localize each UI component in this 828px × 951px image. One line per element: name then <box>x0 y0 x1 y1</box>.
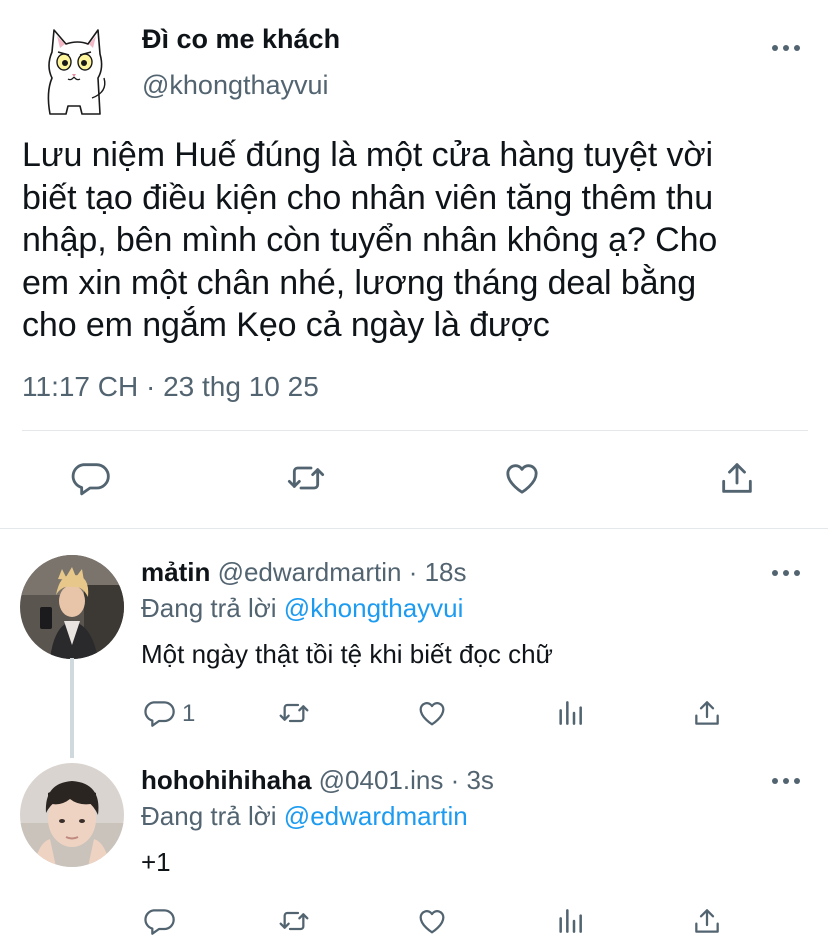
reply-icon[interactable] <box>143 697 175 729</box>
replying-prefix: Đang trả lời <box>141 801 277 831</box>
mention-link[interactable]: @edwardmartin <box>284 801 468 831</box>
more-options-icon[interactable] <box>772 43 800 53</box>
cat-avatar-icon <box>47 29 106 115</box>
thread-line <box>70 658 74 758</box>
reply-text: Một ngày thật tồi tệ khi biết đọc chữ <box>141 639 553 669</box>
author-avatar[interactable] <box>38 22 110 118</box>
reply-author-handle[interactable]: @edwardmartin · 18s <box>218 557 467 587</box>
share-icon[interactable] <box>691 905 723 937</box>
author-name[interactable]: Đì co me khách <box>142 24 340 55</box>
like-icon[interactable] <box>416 905 448 937</box>
divider <box>22 430 808 431</box>
more-options-icon[interactable] <box>772 568 800 578</box>
tweet-timestamp[interactable]: 11:17 CH · 23 thg 10 25 <box>22 371 319 403</box>
retweet-icon[interactable] <box>278 905 310 937</box>
mention-link[interactable]: @khongthayvui <box>284 593 464 623</box>
like-icon[interactable] <box>502 458 542 498</box>
reply-header: hohohihihaha @0401.ins · 3s <box>141 765 494 796</box>
tweet-text-line: Lưu niệm Huế đúng là một cửa hàng tuyệt … <box>22 136 714 174</box>
analytics-icon[interactable] <box>554 697 586 729</box>
tweet-text-line: em xin một chân nhé, lương tháng deal bằ… <box>22 263 697 302</box>
reply-avatar[interactable] <box>20 555 124 659</box>
reply-author-name[interactable]: hohohihihaha <box>141 765 311 795</box>
tweet-text: Lưu niệm Huế đúng là một cửa hàng tuyệt … <box>22 134 817 347</box>
retweet-icon[interactable] <box>286 458 326 498</box>
reply-icon[interactable] <box>70 458 110 498</box>
reply-header: mảtin @edwardmartin · 18s <box>141 557 467 588</box>
tweet-text-line: biết tạo điều kiện cho nhân viên tăng th… <box>22 178 714 217</box>
reply-author-name[interactable]: mảtin <box>141 557 210 587</box>
reply-author-handle[interactable]: @0401.ins · 3s <box>319 765 494 795</box>
share-icon[interactable] <box>717 458 757 498</box>
reply-icon[interactable] <box>143 905 175 937</box>
analytics-icon[interactable] <box>554 905 586 937</box>
reply-text: +1 <box>141 847 171 877</box>
share-icon[interactable] <box>691 697 723 729</box>
divider <box>0 528 828 529</box>
avatar-photo <box>20 555 124 659</box>
replying-to: Đang trả lời @khongthayvui <box>141 593 463 624</box>
replying-prefix: Đang trả lời <box>141 593 277 623</box>
author-handle[interactable]: @khongthayvui <box>142 70 329 101</box>
more-options-icon[interactable] <box>772 776 800 786</box>
reply-avatar[interactable] <box>20 763 124 867</box>
retweet-icon[interactable] <box>278 697 310 729</box>
reply-count: 1 <box>182 700 196 727</box>
avatar-photo <box>20 763 124 867</box>
tweet-text-line: cho em ngắm Kẹo cả ngày là được <box>22 306 550 344</box>
tweet-text-line: nhập, bên mình còn tuyển nhân không ạ? C… <box>22 221 718 259</box>
like-icon[interactable] <box>416 697 448 729</box>
replying-to: Đang trả lời @edwardmartin <box>141 801 468 832</box>
